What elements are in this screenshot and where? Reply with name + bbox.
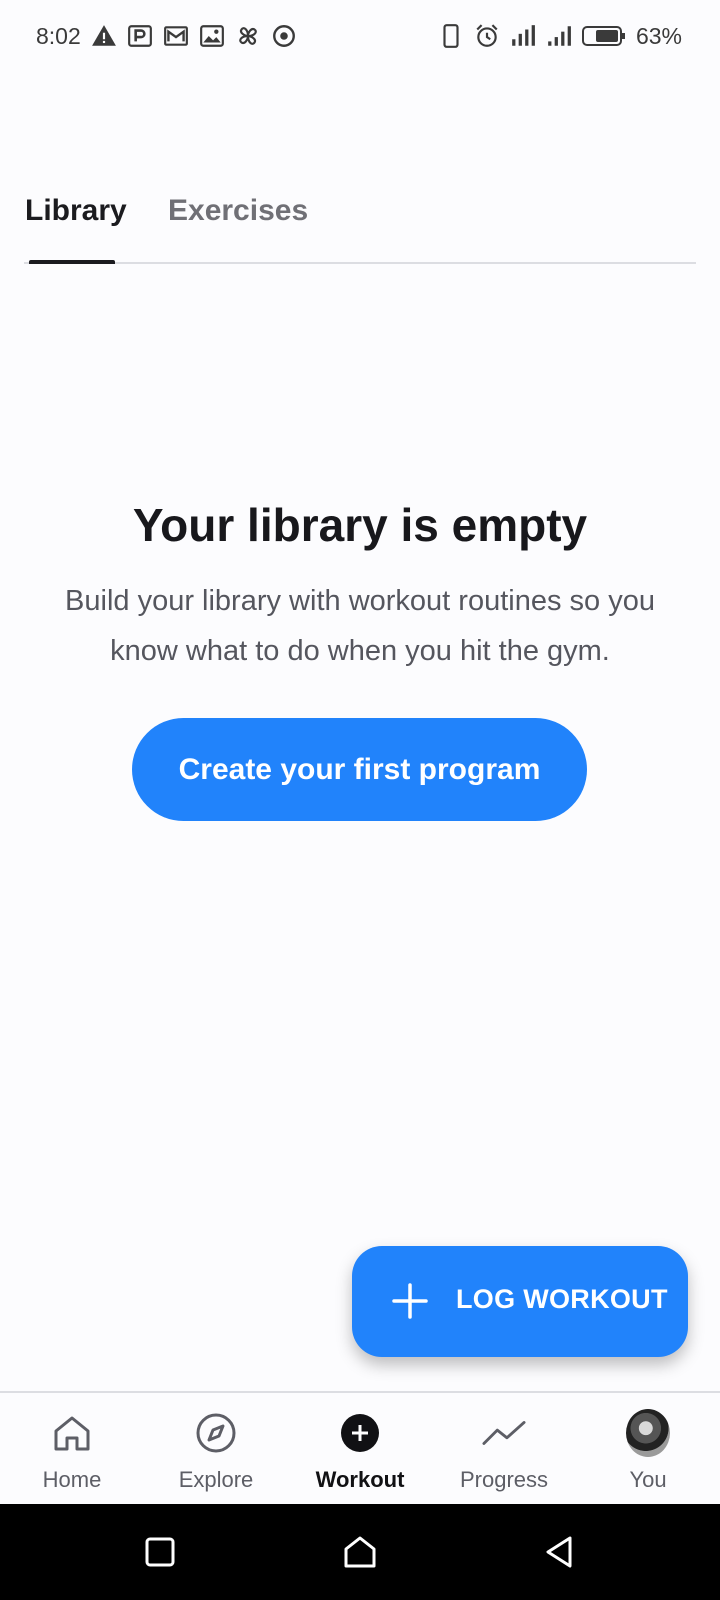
nav-label-you: You [629,1467,667,1492]
house-icon [344,1536,376,1568]
log-workout-label: LOG WORKOUT [456,1284,668,1314]
add-circle-icon [338,1411,382,1455]
tab-exercises[interactable]: Exercises [168,194,308,228]
home-icon [50,1411,94,1455]
compass-icon [194,1411,238,1455]
bottom-nav: Home Explore Workout Progress You [0,1391,720,1504]
signal-icon [510,23,536,49]
target-icon [271,23,297,49]
avatar [626,1409,670,1457]
parking-icon [127,23,153,49]
back-button[interactable] [542,1534,578,1570]
battery-icon [581,24,626,48]
status-bar: 8:02 63% [0,0,720,72]
nav-item-progress[interactable]: Progress [432,1393,576,1506]
nav-item-home[interactable]: Home [0,1393,144,1506]
trend-icon [482,1411,526,1455]
log-workout-button[interactable]: LOG WORKOUT [352,1246,688,1357]
nav-item-explore[interactable]: Explore [144,1393,288,1506]
battery-percent: 63% [635,22,682,49]
nav-label-home: Home [42,1467,102,1492]
status-bar-left: 8:02 [36,23,297,50]
nav-item-you[interactable]: You [576,1393,720,1506]
mail-icon [163,23,189,49]
system-nav-bar [0,1504,720,1600]
back-triangle-icon [546,1536,572,1568]
nav-label-progress: Progress [459,1467,549,1492]
nav-label-workout: Workout [315,1467,405,1492]
tab-indicator [29,260,115,264]
avatar-image [626,1409,670,1457]
recents-button[interactable] [142,1534,178,1570]
square-icon [145,1537,175,1567]
tab-bar: Library Exercises [24,176,696,264]
alarm-icon [474,23,500,49]
empty-state-title: Your library is empty [132,499,588,551]
create-program-button[interactable]: Create your first program [132,718,587,821]
phone-vibrate-icon [438,23,464,49]
signal-icon [546,23,572,49]
empty-state-body: Build your library with workout routines… [65,585,655,667]
image-icon [199,23,225,49]
status-bar-right: 63% [438,23,682,50]
pinwheel-icon [235,23,261,49]
nav-item-workout[interactable]: Workout [288,1393,432,1506]
status-time: 8:02 [36,22,81,49]
home-button[interactable] [342,1534,378,1570]
plus-icon [392,1283,428,1319]
nav-label-explore: Explore [178,1467,254,1492]
tab-library[interactable]: Library [25,194,127,228]
warning-icon [91,23,117,49]
